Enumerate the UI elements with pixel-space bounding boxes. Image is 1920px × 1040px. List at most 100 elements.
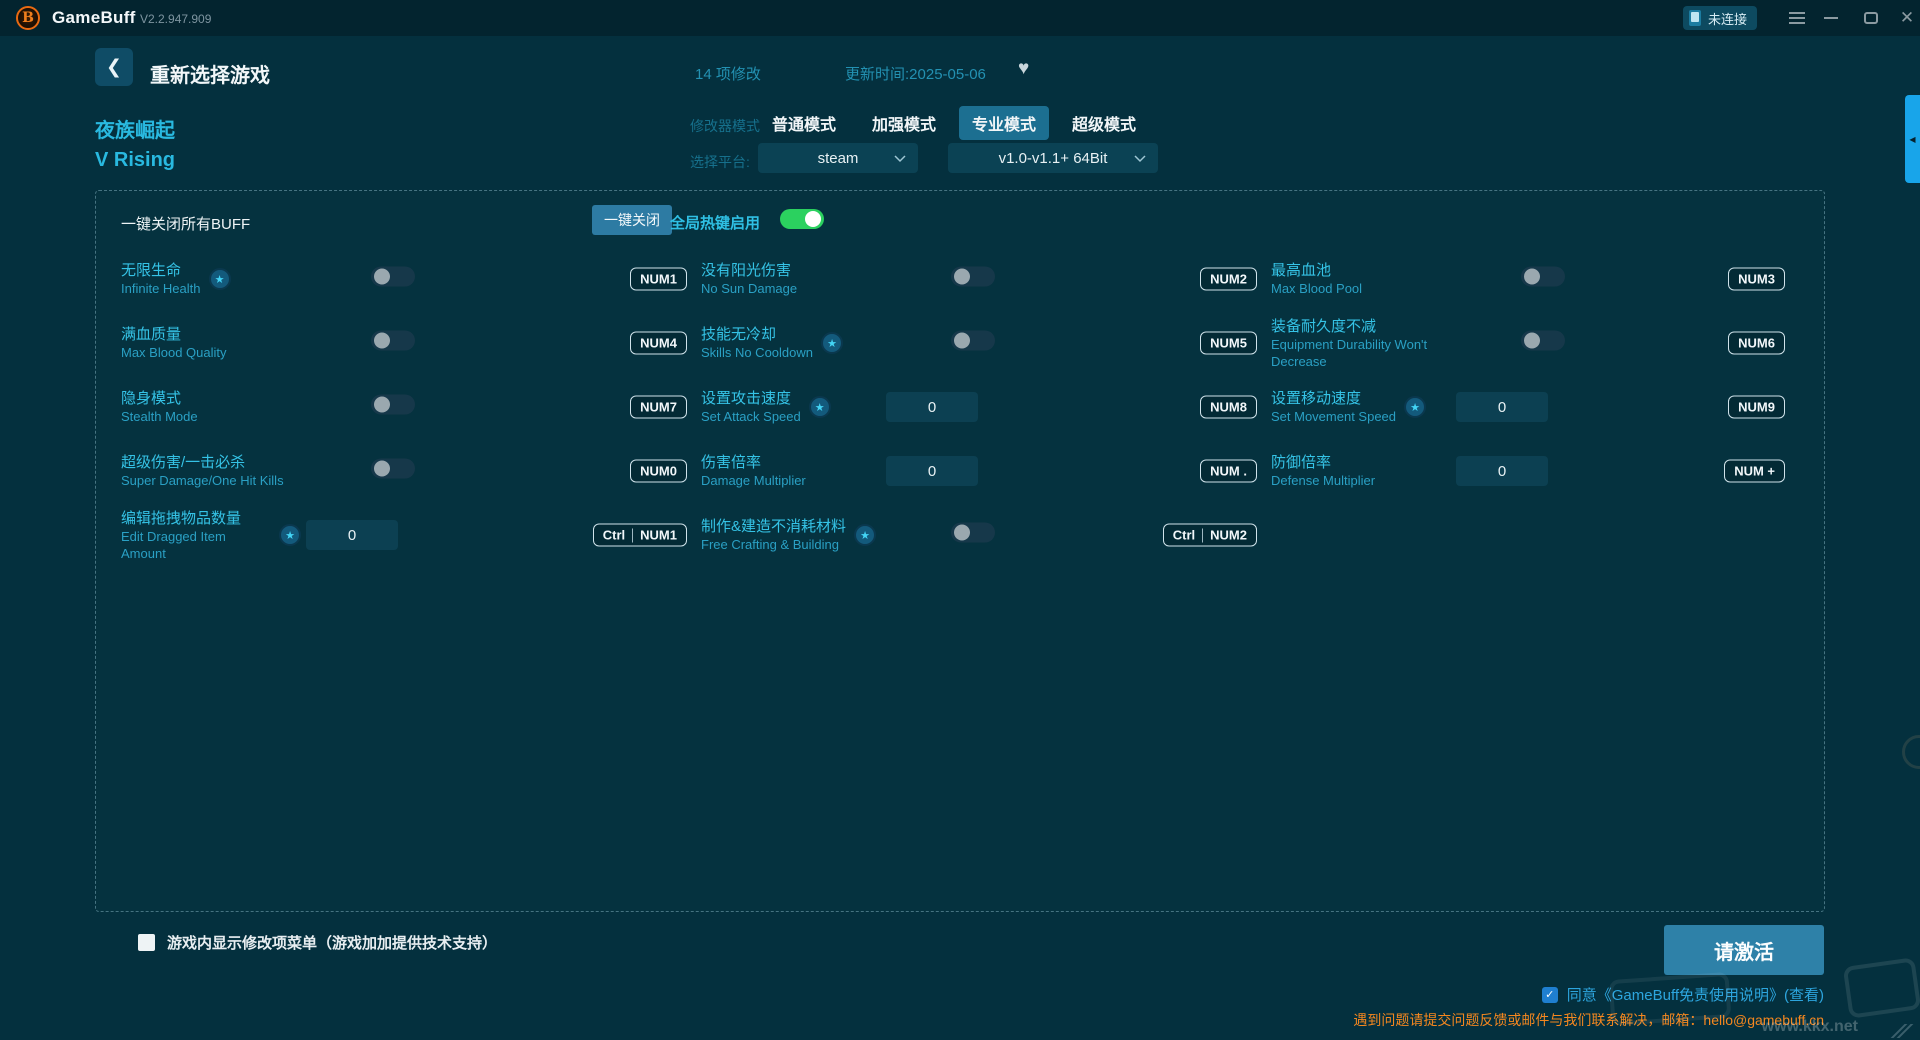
store-dropdown[interactable]: steam (758, 143, 918, 173)
cheat-max-blood-quality: 满血质量 Max Blood Quality NUM4 (121, 313, 701, 373)
game-name-chinese: 夜族崛起 (95, 120, 175, 142)
star-icon: ★ (821, 332, 843, 354)
cheat-stealth-mode: 隐身模式 Stealth Mode NUM7 (121, 377, 701, 437)
cheat-toggle[interactable] (1521, 266, 1565, 287)
platform-label: 选择平台: (690, 154, 750, 170)
cheat-infinite-health: 无限生命 Infinite Health ★ NUM1 (121, 249, 701, 309)
cheat-toggle[interactable] (371, 394, 415, 415)
cheat-name: 没有阳光伤害 No Sun Damage (701, 261, 797, 297)
cheat-super-damage-one-hit-kills: 超级伤害/一击必杀 Super Damage/One Hit Kills NUM0 (121, 441, 701, 501)
cheat-name: 无限生命 Infinite Health (121, 261, 201, 297)
cheat-toggle[interactable] (951, 330, 995, 351)
close-all-button[interactable]: 一键关闭 (592, 205, 672, 235)
cheat-name-cn: 超级伤害/一击必杀 (121, 454, 246, 471)
watermark-ring (1902, 735, 1920, 769)
cheat-name: 设置攻击速度 Set Attack Speed (701, 389, 801, 425)
cheat-toggle[interactable] (951, 266, 995, 287)
watermark-logo (1842, 957, 1920, 1019)
cheat-free-crafting-building: 制作&建造不消耗材料 Free Crafting & Building ★ Ctrl N… (701, 505, 1271, 565)
ingame-menu-option[interactable]: 游戏内显示修改项菜单（游戏加加提供技术支持） (138, 932, 497, 953)
hotkey-badge: Ctrl NUM2 (1162, 523, 1257, 547)
cheat-name-cn: 装备耐久度不减 (1271, 317, 1377, 335)
cheat-name-cn: 隐身模式 (121, 390, 182, 407)
cheat-value-input[interactable]: 0 (306, 520, 398, 550)
cheat-name: 隐身模式 Stealth Mode (121, 389, 198, 425)
cheat-name: 最高血池 Max Blood Pool (1271, 261, 1362, 297)
hotkey-badge: NUM + (1724, 459, 1785, 483)
back-button[interactable]: ❮ (95, 48, 133, 86)
page-title: 重新选择游戏 (150, 65, 270, 87)
cheat-toggle[interactable] (951, 522, 995, 543)
cheat-value-input[interactable]: 0 (1456, 392, 1548, 422)
gamebuff-logo-icon: B (16, 6, 40, 30)
cheat-toggle[interactable] (1521, 330, 1565, 351)
hotkey-badge: NUM8 (1200, 395, 1257, 419)
cheat-name: 设置移动速度 Set Movement Speed (1271, 389, 1396, 425)
cheat-name-cn: 满血质量 (121, 326, 182, 343)
phone-icon (1689, 10, 1701, 26)
device-connection-badge[interactable]: 未连接 (1683, 6, 1758, 30)
star-icon: ★ (279, 524, 301, 546)
close-button[interactable]: ✕ (1896, 8, 1918, 28)
cheat-name: 制作&建造不消耗材料 Free Crafting & Building (701, 517, 846, 553)
favorite-heart-icon[interactable]: ♥ (1018, 58, 1029, 80)
cheat-name-en: Max Blood Quality (121, 345, 227, 360)
game-name-english: V Rising (95, 149, 176, 171)
agreement-checkbox[interactable]: ✓ (1541, 986, 1558, 1003)
support-contact-text: 遇到问题请提交问题反馈或邮件与我们联系解决，邮箱：hello@gamebuff.… (1353, 1012, 1824, 1028)
store-value: steam (817, 149, 859, 167)
tab-enhanced-mode[interactable]: 加强模式 (872, 111, 936, 135)
minimize-button[interactable] (1820, 8, 1842, 28)
cheat-name: 伤害倍率 Damage Multiplier (701, 453, 806, 489)
cheat-name-en: Set Movement Speed (1271, 409, 1397, 424)
hotkey-badge: NUM9 (1728, 395, 1785, 419)
cheat-toggle[interactable] (371, 458, 415, 479)
cheat-name-cn: 无限生命 (121, 262, 182, 279)
game-version-dropdown[interactable]: v1.0-v1.1+ 64Bit (948, 143, 1158, 173)
tab-professional-mode[interactable]: 专业模式 (959, 106, 1050, 140)
hotkey-badge: NUM3 (1728, 267, 1785, 291)
activate-button[interactable]: 请激活 (1664, 925, 1824, 975)
cheat-value-input[interactable]: 0 (886, 392, 978, 422)
watermark-url: www.kkx.net (1761, 1018, 1858, 1035)
watermark-logo (1608, 971, 1732, 1027)
global-hotkey-toggle[interactable] (780, 209, 824, 229)
star-icon: ★ (1404, 396, 1427, 418)
cheat-name-en: Stealth Mode (121, 409, 198, 424)
cheat-grid: 无限生命 Infinite Health ★ NUM1 没有阳光伤害 No Sun Dam… (121, 249, 1799, 569)
close-all-buff-label: 一键关闭所有BUFF (121, 216, 251, 233)
cheat-defense-multiplier: 防御倍率 Defense Multiplier 0 NUM + (1271, 441, 1799, 501)
star-icon: ★ (854, 524, 877, 546)
tab-super-mode[interactable]: 超级模式 (1072, 111, 1136, 135)
cheat-no-sun-damage: 没有阳光伤害 No Sun Damage NUM2 (701, 249, 1271, 309)
cheat-skills-no-cooldown: 技能无冷却 Skills No Cooldown ★ NUM5 (701, 313, 1271, 373)
chevron-down-icon (894, 155, 906, 163)
cheat-name-en: Defense Multiplier (1271, 473, 1376, 488)
hotkey-badge: NUM5 (1200, 331, 1257, 355)
cheat-name-en: Super Damage/One Hit Kills (121, 473, 284, 488)
cheat-name-cn: 编辑拖拽物品数量 (121, 509, 242, 527)
cheat-name-en: Max Blood Pool (1271, 281, 1363, 296)
cheat-name-en: Infinite Health (121, 281, 201, 296)
cheat-name-cn: 伤害倍率 (701, 454, 762, 471)
cheat-name-en: Damage Multiplier (701, 473, 806, 488)
cheat-name-cn: 制作&建造不消耗材料 (701, 518, 847, 535)
hotkey-badge: NUM0 (630, 459, 687, 483)
maximize-button[interactable] (1860, 8, 1882, 28)
ingame-menu-checkbox[interactable] (138, 934, 155, 951)
cheat-name-cn: 防御倍率 (1271, 454, 1332, 471)
cheat-set-movement-speed: 设置移动速度 Set Movement Speed ★ 0 NUM9 (1271, 377, 1799, 437)
slide-out-handle[interactable]: ◀ (1905, 95, 1920, 183)
cheat-toggle[interactable] (371, 330, 415, 351)
cheat-name: 防御倍率 Defense Multiplier (1271, 453, 1375, 489)
cheat-value-input[interactable]: 0 (886, 456, 978, 486)
hotkey-badge: NUM6 (1728, 331, 1785, 355)
tab-normal-mode[interactable]: 普通模式 (772, 111, 836, 135)
cheat-name: 超级伤害/一击必杀 Super Damage/One Hit Kills (121, 453, 284, 489)
hamburger-menu-icon[interactable] (1786, 8, 1808, 28)
cheat-value-input[interactable]: 0 (1456, 456, 1548, 486)
cheat-toggle[interactable] (371, 266, 415, 287)
cheat-name: 编辑拖拽物品数量 Edit Dragged Item Amount (121, 509, 271, 562)
cheat-name-en: No Sun Damage (701, 281, 798, 296)
cheat-name: 装备耐久度不减 Equipment Durability Won't Decrea… (1271, 317, 1486, 370)
